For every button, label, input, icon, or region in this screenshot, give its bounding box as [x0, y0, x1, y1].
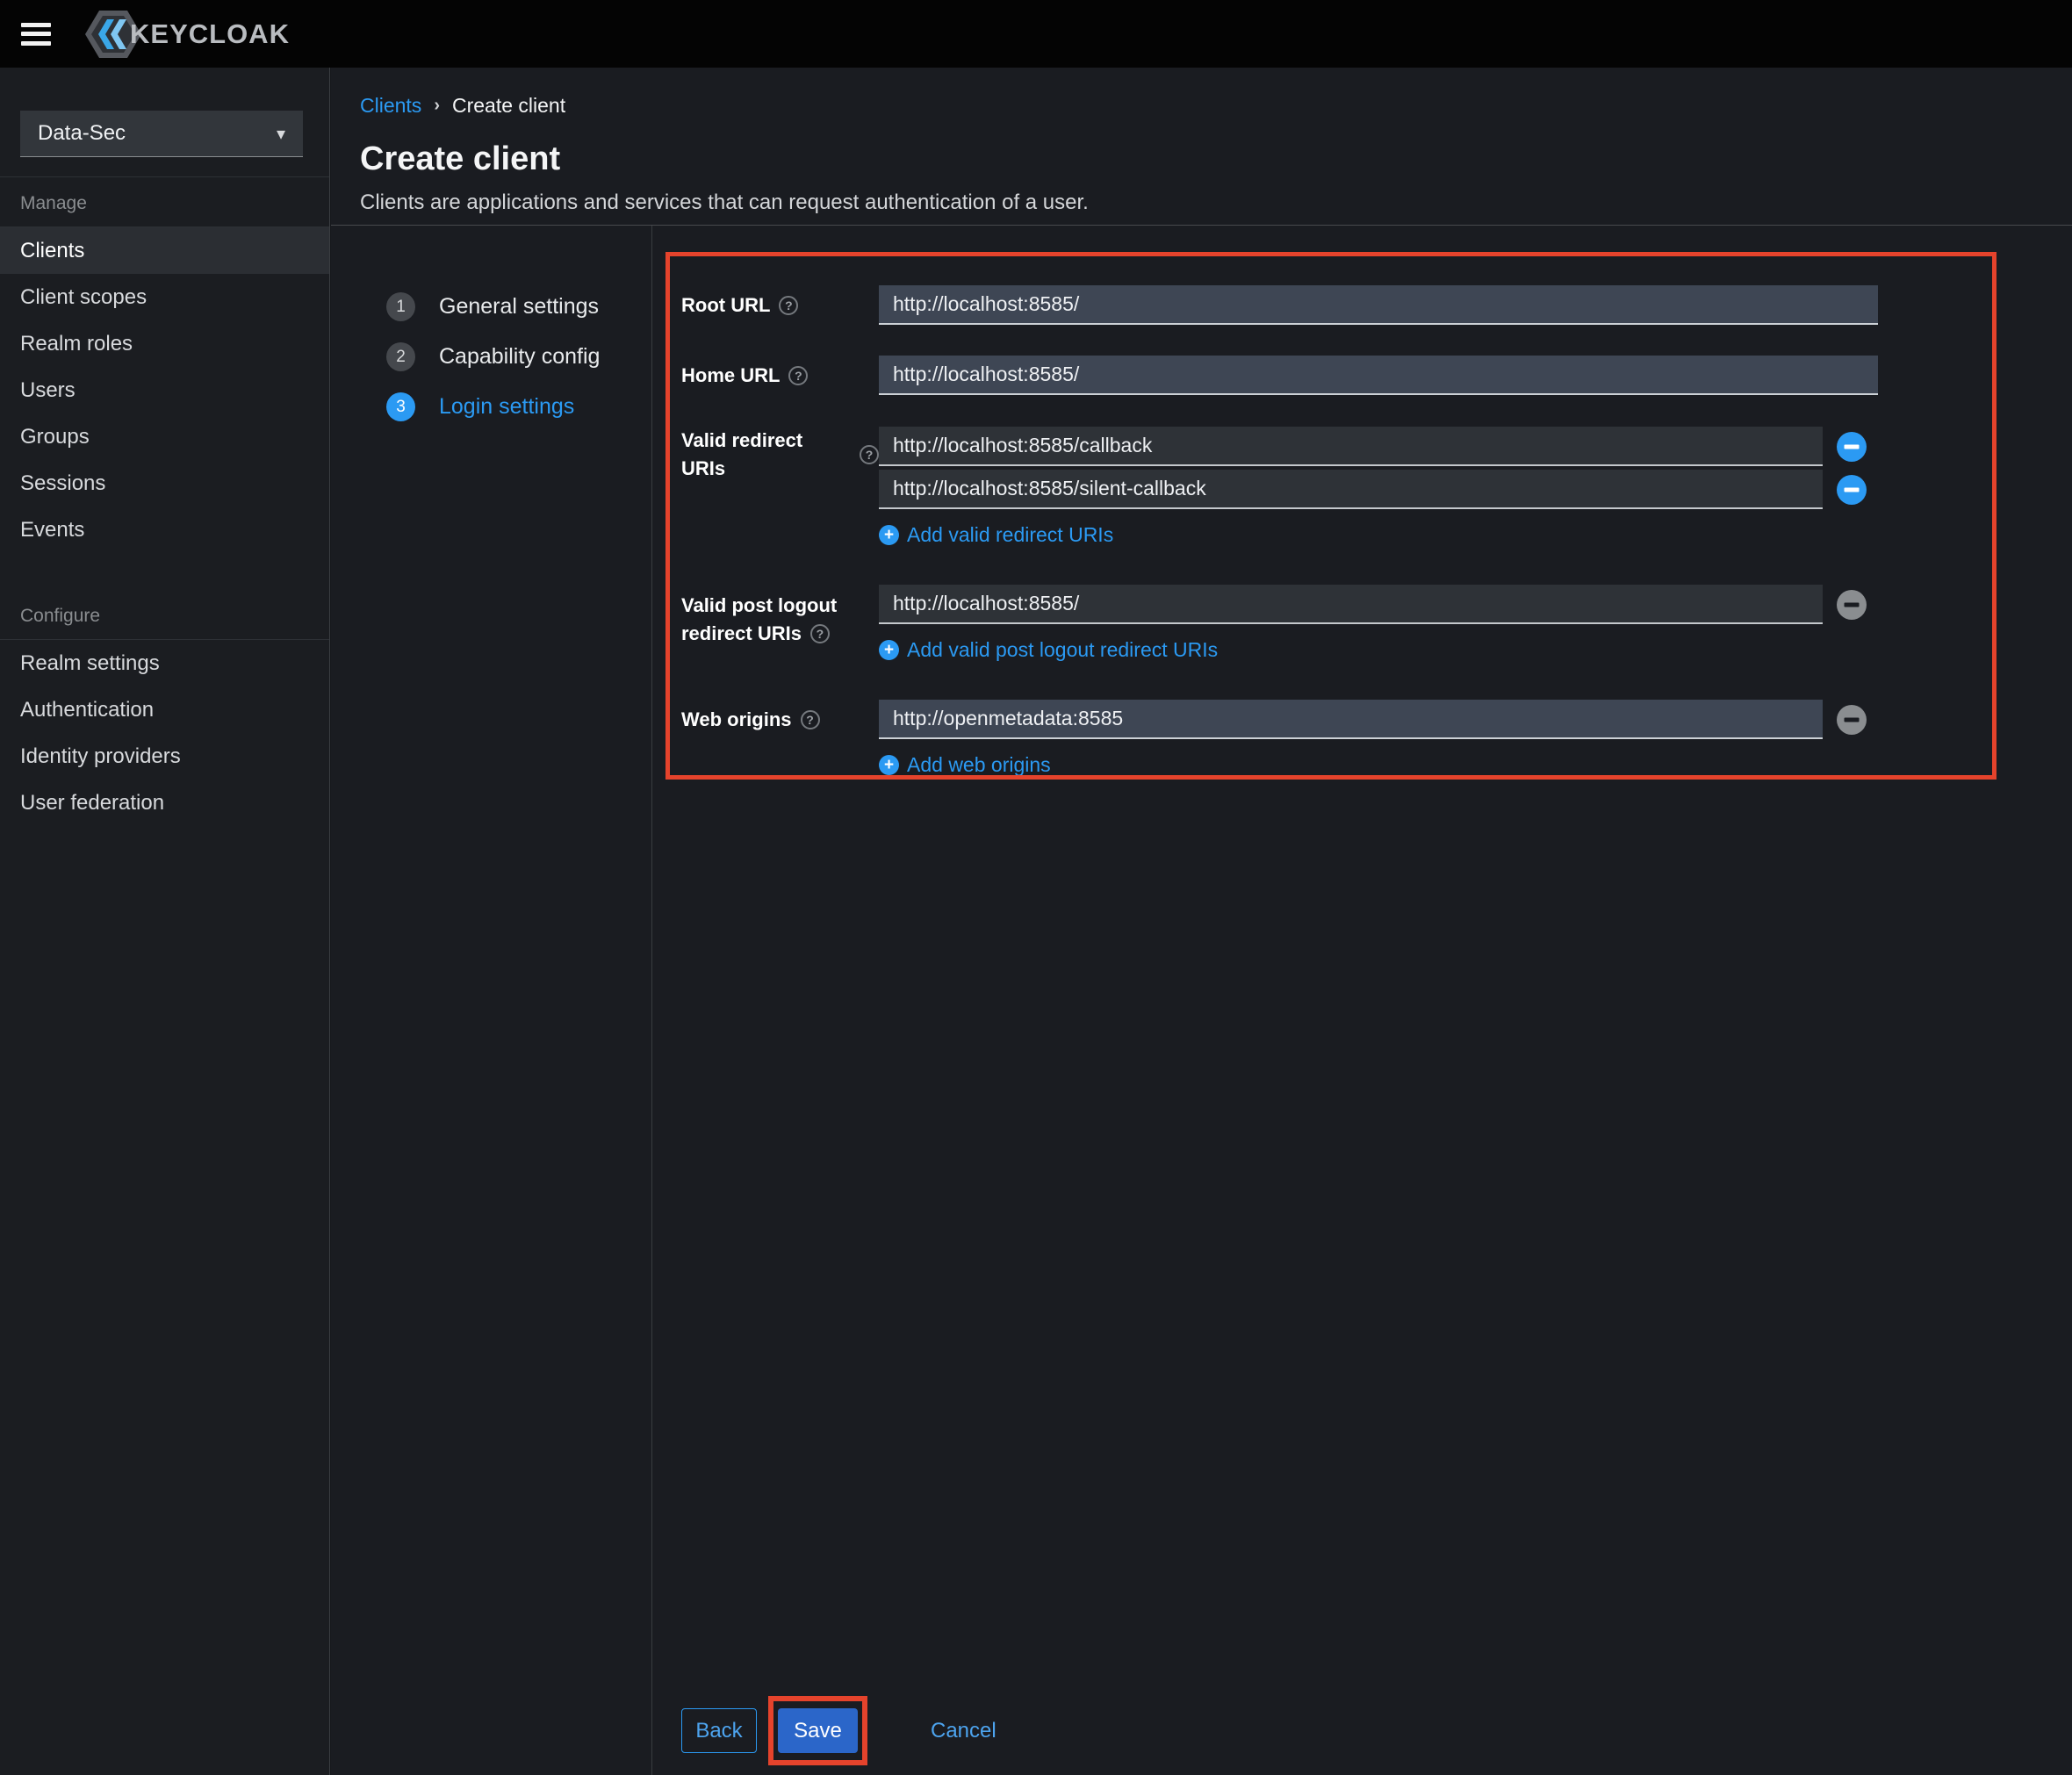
help-icon[interactable]: ? — [809, 624, 830, 643]
sidebar-item-user-federation[interactable]: User federation — [0, 780, 329, 826]
sidebar-item-clients[interactable]: Clients — [0, 227, 329, 274]
wizard-step-login-settings[interactable]: 3 Login settings — [386, 382, 651, 432]
wizard-step-capability-config[interactable]: 2 Capability config — [386, 332, 651, 382]
back-button[interactable]: Back — [681, 1708, 757, 1753]
valid-redirect-uris-row: Valid redirect URIs ? http://localhost:8… — [681, 427, 2072, 547]
sidebar-item-events[interactable]: Events — [0, 507, 329, 553]
post-logout-label-line2: redirect URIs — [681, 622, 802, 644]
add-web-origins-link[interactable]: + Add web origins — [879, 753, 1051, 777]
remove-redirect-uri-icon[interactable] — [1837, 431, 1867, 462]
post-logout-label-line1: Valid post logout — [681, 594, 838, 616]
step-number-badge: 1 — [386, 292, 415, 321]
sidebar-item-client-scopes[interactable]: Client scopes — [0, 274, 329, 320]
remove-redirect-uri-icon[interactable] — [1837, 474, 1867, 505]
hamburger-menu-icon[interactable] — [21, 22, 51, 46]
plus-circle-icon: + — [879, 525, 899, 545]
root-url-row: Root URL ? http://localhost:8585/ — [681, 285, 2072, 325]
help-icon[interactable]: ? — [779, 295, 799, 315]
realm-selector-value: Data-Sec — [38, 121, 126, 145]
sidebar-item-identity-providers[interactable]: Identity providers — [0, 733, 329, 780]
sidebar-item-authentication[interactable]: Authentication — [0, 686, 329, 733]
create-client-wizard: 1 General settings 2 Capability config 3… — [331, 226, 2072, 1775]
sidebar-item-realm-settings[interactable]: Realm settings — [0, 640, 329, 686]
web-origins-row: Web origins ? http://openmetadata:8585 +… — [681, 700, 2072, 777]
web-origins-input[interactable]: http://openmetadata:8585 — [879, 700, 1823, 739]
save-annotation-highlight: Save — [768, 1696, 867, 1765]
home-url-row: Home URL ? http://localhost:8585/ — [681, 356, 2072, 395]
top-bar: KEYCLOAK — [0, 0, 2072, 68]
sidebar-item-sessions[interactable]: Sessions — [0, 460, 329, 507]
breadcrumb-current: Create client — [451, 94, 566, 117]
add-valid-redirect-uris-link[interactable]: + Add valid redirect URIs — [879, 523, 1113, 547]
add-link-label: Add valid redirect URIs — [907, 523, 1114, 546]
page-title: Create client — [360, 140, 561, 177]
sidebar-nav: Data-Sec ▾ Manage Clients Client scopes … — [0, 68, 330, 1775]
page-subtitle: Clients are applications and services th… — [360, 190, 1089, 214]
step-number-badge: 3 — [386, 392, 415, 421]
valid-redirect-uri-input-1[interactable]: http://localhost:8585/callback — [879, 427, 1823, 466]
valid-redirect-uri-input-2[interactable]: http://localhost:8585/silent-callback — [879, 470, 1823, 509]
remove-post-logout-uri-icon[interactable] — [1837, 589, 1867, 620]
breadcrumb-clients-link[interactable]: Clients — [360, 94, 421, 118]
keycloak-logo-text: KEYCLOAK — [130, 18, 290, 49]
cancel-button[interactable]: Cancel — [931, 1719, 996, 1743]
chevron-down-icon: ▾ — [276, 124, 285, 144]
step-label: General settings — [439, 294, 600, 319]
step-label: Capability config — [439, 344, 601, 369]
help-icon[interactable]: ? — [788, 365, 809, 385]
nav-list-configure: Realm settings Authentication Identity p… — [0, 640, 329, 826]
wizard-step-general-settings[interactable]: 1 General settings — [386, 282, 651, 332]
nav-section-title-configure: Configure — [20, 606, 101, 626]
web-origins-label: Web origins — [681, 708, 792, 730]
add-link-label: Add web origins — [907, 753, 1051, 776]
help-icon[interactable]: ? — [800, 709, 820, 729]
wizard-steps-nav: 1 General settings 2 Capability config 3… — [331, 226, 652, 1775]
step-number-badge: 2 — [386, 342, 415, 371]
plus-circle-icon: + — [879, 755, 899, 775]
breadcrumb: Clients › Create client — [360, 94, 2072, 118]
valid-post-logout-redirect-uris-row: Valid post logout redirect URIs ? http:/… — [681, 585, 2072, 662]
plus-circle-icon: + — [879, 640, 899, 660]
remove-web-origin-icon[interactable] — [1837, 704, 1867, 735]
root-url-label: Root URL — [681, 293, 771, 316]
root-url-input[interactable]: http://localhost:8585/ — [879, 285, 1878, 325]
valid-redirect-uris-label: Valid redirect URIs — [681, 429, 803, 479]
save-button[interactable]: Save — [778, 1708, 858, 1753]
sidebar-item-users[interactable]: Users — [0, 367, 329, 413]
nav-list-manage: Clients Client scopes Realm roles Users … — [0, 227, 329, 553]
keycloak-logo: KEYCLOAK — [84, 9, 290, 60]
step-label: Login settings — [439, 394, 575, 419]
home-url-input[interactable]: http://localhost:8585/ — [879, 356, 1878, 395]
main-content: Clients › Create client Create client Cl… — [331, 68, 2072, 1775]
wizard-footer: Back Save Cancel — [681, 1696, 996, 1765]
login-settings-form: Root URL ? http://localhost:8585/ Home U… — [652, 226, 2072, 1775]
post-logout-redirect-uri-input[interactable]: http://localhost:8585/ — [879, 585, 1823, 624]
home-url-label: Home URL — [681, 363, 781, 386]
realm-selector[interactable]: Data-Sec ▾ — [20, 111, 303, 157]
sidebar-item-realm-roles[interactable]: Realm roles — [0, 320, 329, 367]
breadcrumb-chevron-icon: › — [434, 96, 440, 115]
add-post-logout-redirect-uris-link[interactable]: + Add valid post logout redirect URIs — [879, 638, 1218, 662]
sidebar-item-groups[interactable]: Groups — [0, 413, 329, 460]
help-icon[interactable]: ? — [860, 445, 879, 464]
nav-section-title-manage: Manage — [20, 193, 87, 213]
add-link-label: Add valid post logout redirect URIs — [907, 638, 1219, 661]
page-header: Clients › Create client Create client Cl… — [331, 68, 2072, 226]
